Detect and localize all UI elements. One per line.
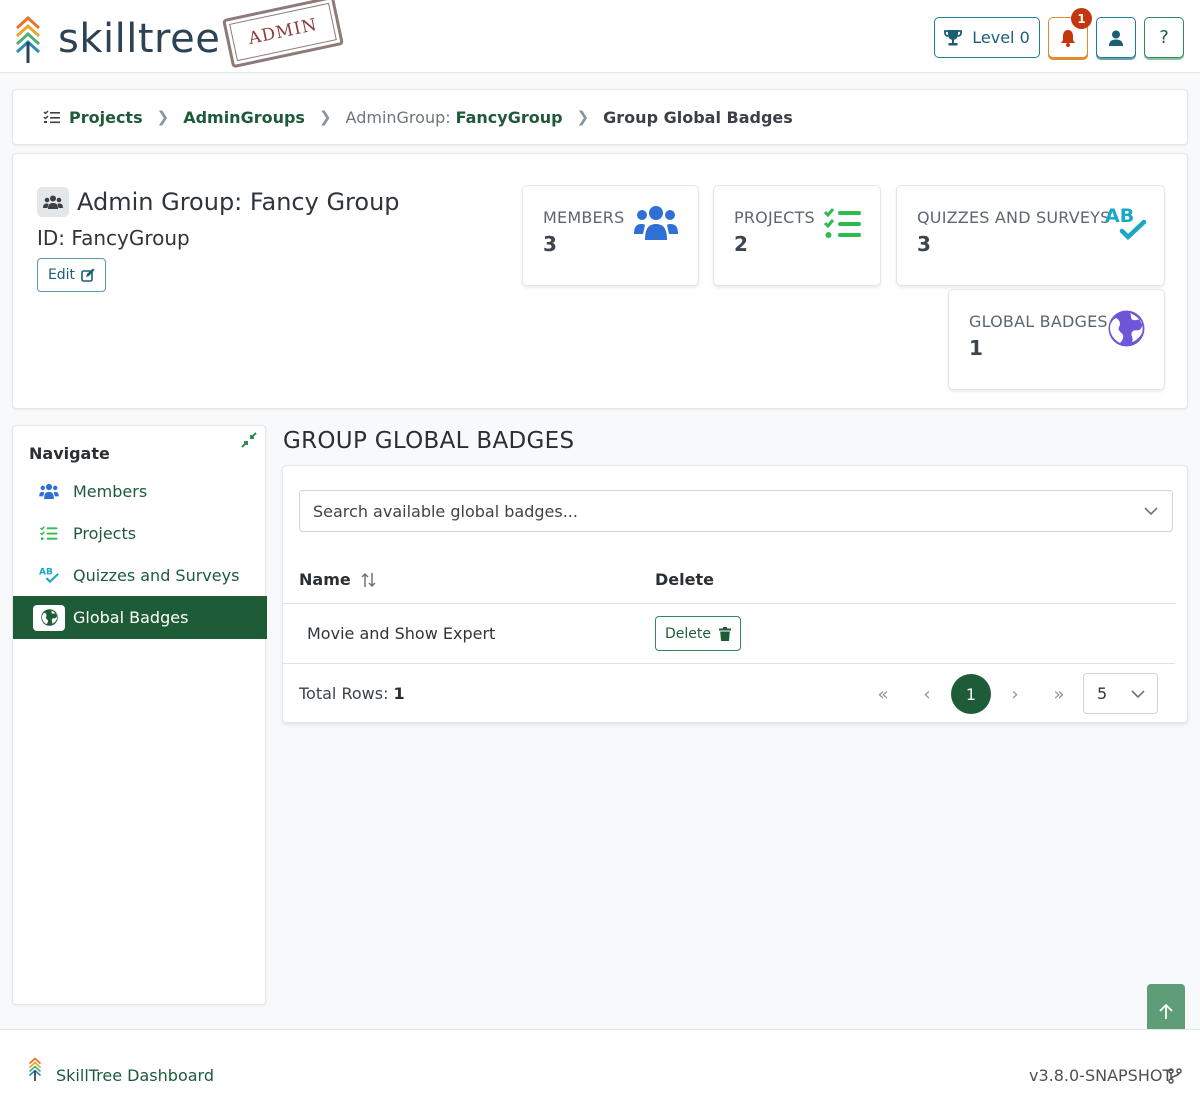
breadcrumb-current: Group Global Badges [603,107,793,127]
footer: SkillTree Dashboard v3.8.0-SNAPSHOT [0,1029,1200,1110]
spell-check-icon: AB [39,568,59,584]
chevron-right-icon: ❯ [156,108,170,126]
total-rows: Total Rows: 1 [299,684,405,703]
level-button[interactable]: Level 0 [934,17,1040,58]
edit-label: Edit [47,267,76,283]
group-title: Admin Group: Fancy Group [77,188,400,216]
stat-value: 3 [543,232,557,256]
user-icon [1109,30,1123,46]
trash-icon [719,626,731,641]
footer-dashboard-link[interactable]: SkillTree Dashboard [56,1066,214,1085]
help-icon: ? [1159,27,1169,48]
stat-label: MEMBERS [543,208,625,227]
chevron-down-icon [1131,690,1145,699]
global-badge-search-select[interactable]: Search available global badges... [299,490,1173,532]
divider [283,663,1175,664]
list-check-icon [824,208,861,238]
notification-count-badge: 1 [1071,8,1092,29]
sidebar-item-label: Projects [73,523,137,543]
nav-title: Navigate [29,444,110,463]
sort-icon [361,572,376,587]
column-header-name[interactable]: Name [299,570,377,589]
trophy-icon [944,30,963,46]
spell-check-icon: AB [1105,205,1147,241]
edit-group-button[interactable]: Edit [37,258,106,292]
edit-icon [81,268,95,282]
breadcrumb-projects-link[interactable]: Projects [69,108,143,127]
chevron-down-icon [1144,507,1158,516]
skilltree-logo[interactable]: skilltree [14,14,220,64]
sidebar-item-label: Global Badges [73,608,189,627]
bell-icon [1061,29,1075,47]
code-branch-icon [1168,1068,1182,1084]
prev-page-button[interactable]: ‹ [907,674,947,714]
sidebar-item-members[interactable]: Members [13,470,267,512]
stat-label: QUIZZES AND SURVEYS [917,208,1111,227]
arrow-up-icon [1159,1004,1173,1019]
breadcrumb-admingroups-link[interactable]: AdminGroups [183,108,305,127]
chevron-right-icon: ❯ [318,108,332,126]
stat-card-global-badges: GLOBAL BADGES 1 [948,289,1165,390]
column-header-delete: Delete [655,570,714,589]
globe-icon [1108,310,1145,347]
first-page-button[interactable]: « [863,674,903,714]
search-placeholder: Search available global badges... [313,501,578,521]
admin-stamp: ADMIN [222,0,344,69]
delete-badge-button[interactable]: Delete [655,616,741,651]
stat-label: GLOBAL BADGES [969,312,1108,331]
users-icon [37,187,69,217]
divider [283,603,1175,604]
page-button-current[interactable]: 1 [951,674,991,714]
logo-text: skilltree [58,16,221,62]
breadcrumb-group-link[interactable]: FancyGroup [456,108,563,127]
version-text: v3.8.0-SNAPSHOT [1029,1066,1173,1085]
table-cell-badge-name: Movie and Show Expert [307,624,496,643]
list-check-icon [40,525,58,540]
globe-icon [40,609,58,626]
stat-card-members: MEMBERS 3 [522,185,699,286]
page-title: GROUP GLOBAL BADGES [283,428,575,454]
group-header-card: Admin Group: Fancy Group ID: FancyGroup … [12,153,1188,409]
side-navigation: Navigate Members Projects AB Quizzes and… [12,425,267,1005]
collapse-icon[interactable] [241,432,257,448]
help-button[interactable]: ? [1144,17,1184,58]
group-id: ID: FancyGroup [37,226,190,250]
sidebar-item-global-badges[interactable]: Global Badges [13,596,267,639]
stat-card-quizzes: QUIZZES AND SURVEYS 3 AB [896,185,1165,286]
breadcrumb: Projects ❯ AdminGroups ❯ AdminGroup: Fan… [12,89,1188,145]
sidebar-item-projects[interactable]: Projects [13,512,267,554]
breadcrumb-group-prefix: AdminGroup: [345,107,451,127]
list-check-icon [43,110,60,124]
stat-value: 2 [734,232,748,256]
tree-logo-icon [15,15,41,63]
stat-value: 3 [917,232,931,256]
top-header: skilltree ADMIN Level 0 1 ? [0,0,1200,73]
last-page-button[interactable]: » [1039,674,1079,714]
sidebar-item-label: Members [73,481,148,501]
stat-card-projects: PROJECTS 2 [713,185,881,286]
level-label: Level 0 [972,28,1030,47]
global-badges-table-card: Search available global badges... Name D… [282,465,1188,723]
tree-logo-icon [28,1057,42,1081]
user-menu-button[interactable] [1096,17,1136,58]
sidebar-item-label: Quizzes and Surveys [73,565,240,585]
sidebar-item-quizzes[interactable]: AB Quizzes and Surveys [13,554,267,596]
page-size-select[interactable]: 5 [1083,673,1158,714]
stat-label: PROJECTS [734,208,815,227]
next-page-button[interactable]: › [995,674,1035,714]
stat-value: 1 [969,336,983,360]
users-icon [634,206,678,240]
svg-text:AB: AB [1105,205,1134,227]
chevron-right-icon: ❯ [576,108,590,126]
users-icon [39,483,59,499]
svg-text:AB: AB [39,568,53,578]
